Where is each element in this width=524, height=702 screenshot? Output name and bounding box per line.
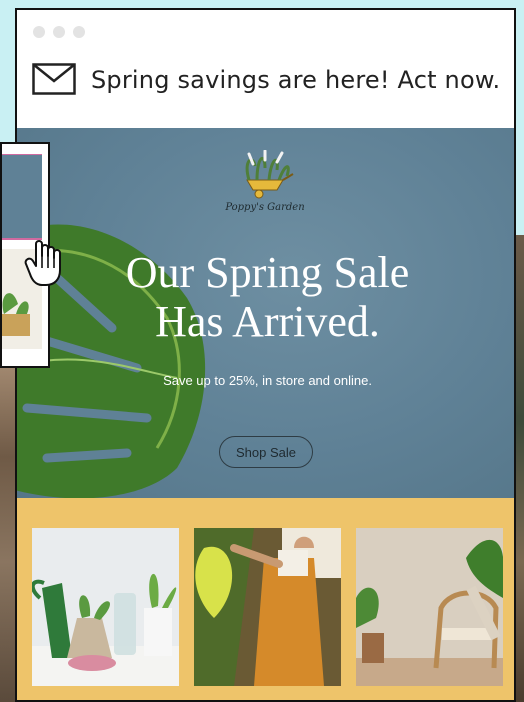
- wheelbarrow-logo-icon: [245, 150, 294, 199]
- hero-banner: Poppy's Garden Our Spring Sale Has Arriv…: [17, 128, 514, 498]
- hero-subheadline: Save up to 25%, in store and online.: [163, 373, 372, 388]
- hero-headline: Our Spring Sale Has Arrived.: [17, 248, 514, 346]
- headline-line-2: Has Arrived.: [155, 297, 380, 346]
- hand-pointer-icon: [24, 240, 61, 286]
- product-photo-chair: [356, 528, 503, 686]
- window-dot: [53, 26, 65, 38]
- window-dot: [73, 26, 85, 38]
- product-photo-gardener: [194, 528, 341, 686]
- brand-name: Poppy's Garden: [225, 202, 305, 213]
- product-photo-row: [17, 498, 514, 700]
- product-photo-tools: [32, 528, 179, 686]
- window-controls: [33, 26, 85, 38]
- headline-line-1: Our Spring Sale: [125, 248, 410, 297]
- window-dot: [33, 26, 45, 38]
- email-subject: Spring savings are here! Act now.: [91, 66, 501, 94]
- shop-sale-button[interactable]: Shop Sale: [219, 436, 313, 468]
- email-window: Spring savings are here! Act now. Poppy'…: [15, 8, 516, 702]
- mail-icon: [32, 63, 76, 95]
